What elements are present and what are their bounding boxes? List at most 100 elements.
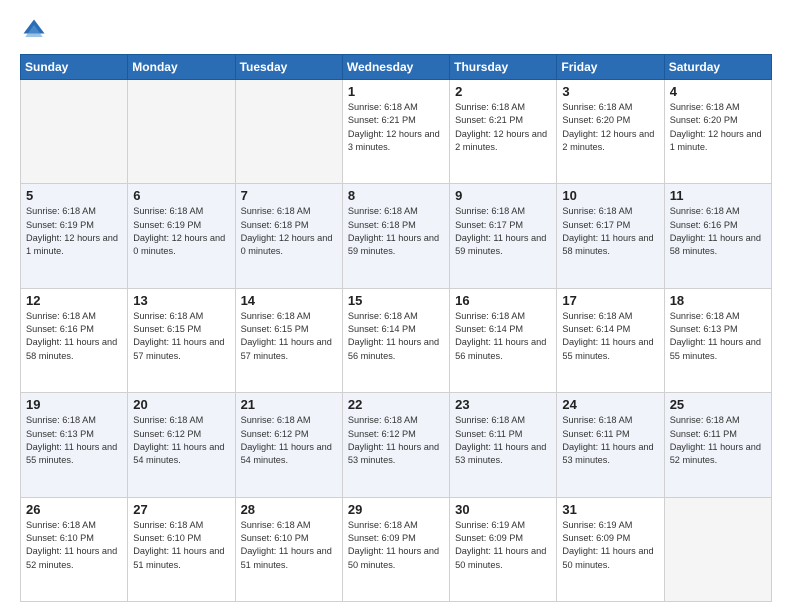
calendar-header: SundayMondayTuesdayWednesdayThursdayFrid… xyxy=(21,55,772,80)
header xyxy=(20,16,772,44)
calendar-cell: 17 Sunrise: 6:18 AM Sunset: 6:14 PM Dayli… xyxy=(557,288,664,392)
calendar-cell: 9 Sunrise: 6:18 AM Sunset: 6:17 PM Daylig… xyxy=(450,184,557,288)
day-number: 24 xyxy=(562,397,658,412)
logo xyxy=(20,16,52,44)
day-info: Sunrise: 6:18 AM Sunset: 6:09 PM Dayligh… xyxy=(348,519,444,572)
weekday-header: Thursday xyxy=(450,55,557,80)
day-info: Sunrise: 6:18 AM Sunset: 6:19 PM Dayligh… xyxy=(133,205,229,258)
calendar-cell: 4 Sunrise: 6:18 AM Sunset: 6:20 PM Daylig… xyxy=(664,80,771,184)
day-number: 26 xyxy=(26,502,122,517)
day-info: Sunrise: 6:18 AM Sunset: 6:15 PM Dayligh… xyxy=(133,310,229,363)
calendar-cell: 22 Sunrise: 6:18 AM Sunset: 6:12 PM Dayli… xyxy=(342,393,449,497)
calendar-cell: 20 Sunrise: 6:18 AM Sunset: 6:12 PM Dayli… xyxy=(128,393,235,497)
calendar-cell xyxy=(21,80,128,184)
day-number: 28 xyxy=(241,502,337,517)
calendar-cell: 13Sunrise: 6:18 AM Sunset: 6:15 PM Dayli… xyxy=(128,288,235,392)
calendar-cell: 19Sunrise: 6:18 AM Sunset: 6:13 PM Dayli… xyxy=(21,393,128,497)
day-number: 21 xyxy=(241,397,337,412)
day-info: Sunrise: 6:18 AM Sunset: 6:12 PM Dayligh… xyxy=(348,414,444,467)
day-info: Sunrise: 6:18 AM Sunset: 6:13 PM Dayligh… xyxy=(670,310,766,363)
calendar-cell: 16 Sunrise: 6:18 AM Sunset: 6:14 PM Dayli… xyxy=(450,288,557,392)
day-info: Sunrise: 6:18 AM Sunset: 6:16 PM Dayligh… xyxy=(26,310,122,363)
calendar-cell: 24 Sunrise: 6:18 AM Sunset: 6:11 PM Dayli… xyxy=(557,393,664,497)
day-number: 29 xyxy=(348,502,444,517)
calendar-cell: 29 Sunrise: 6:18 AM Sunset: 6:09 PM Dayli… xyxy=(342,497,449,601)
calendar-cell: 23 Sunrise: 6:18 AM Sunset: 6:11 PM Dayli… xyxy=(450,393,557,497)
day-number: 27 xyxy=(133,502,229,517)
page: SundayMondayTuesdayWednesdayThursdayFrid… xyxy=(0,0,792,612)
calendar-week-row: 19Sunrise: 6:18 AM Sunset: 6:13 PM Dayli… xyxy=(21,393,772,497)
calendar-cell: 10 Sunrise: 6:18 AM Sunset: 6:17 PM Dayli… xyxy=(557,184,664,288)
calendar-cell: 15 Sunrise: 6:18 AM Sunset: 6:14 PM Dayli… xyxy=(342,288,449,392)
day-number: 16 xyxy=(455,293,551,308)
day-info: Sunrise: 6:18 AM Sunset: 6:20 PM Dayligh… xyxy=(670,101,766,154)
day-info: Sunrise: 6:18 AM Sunset: 6:14 PM Dayligh… xyxy=(562,310,658,363)
day-number: 7 xyxy=(241,188,337,203)
day-number: 10 xyxy=(562,188,658,203)
calendar-cell: 30Sunrise: 6:19 AM Sunset: 6:09 PM Dayli… xyxy=(450,497,557,601)
day-number: 4 xyxy=(670,84,766,99)
logo-icon xyxy=(20,16,48,44)
day-info: Sunrise: 6:18 AM Sunset: 6:12 PM Dayligh… xyxy=(241,414,337,467)
day-number: 20 xyxy=(133,397,229,412)
day-info: Sunrise: 6:18 AM Sunset: 6:19 PM Dayligh… xyxy=(26,205,122,258)
calendar-cell: 31 Sunrise: 6:19 AM Sunset: 6:09 PM Dayli… xyxy=(557,497,664,601)
calendar-cell xyxy=(128,80,235,184)
day-info: Sunrise: 6:18 AM Sunset: 6:18 PM Dayligh… xyxy=(241,205,337,258)
calendar-cell: 8 Sunrise: 6:18 AM Sunset: 6:18 PM Daylig… xyxy=(342,184,449,288)
day-info: Sunrise: 6:18 AM Sunset: 6:20 PM Dayligh… xyxy=(562,101,658,154)
day-info: Sunrise: 6:18 AM Sunset: 6:14 PM Dayligh… xyxy=(455,310,551,363)
weekday-row: SundayMondayTuesdayWednesdayThursdayFrid… xyxy=(21,55,772,80)
day-number: 3 xyxy=(562,84,658,99)
calendar-week-row: 1 Sunrise: 6:18 AM Sunset: 6:21 PM Daylig… xyxy=(21,80,772,184)
calendar-cell: 1Sunrise: 6:18 AM Sunset: 6:21 PM Daylig… xyxy=(342,80,449,184)
calendar-cell xyxy=(664,497,771,601)
day-info: Sunrise: 6:18 AM Sunset: 6:10 PM Dayligh… xyxy=(133,519,229,572)
day-info: Sunrise: 6:18 AM Sunset: 6:11 PM Dayligh… xyxy=(670,414,766,467)
day-number: 15 xyxy=(348,293,444,308)
day-info: Sunrise: 6:18 AM Sunset: 6:11 PM Dayligh… xyxy=(455,414,551,467)
day-info: Sunrise: 6:18 AM Sunset: 6:13 PM Dayligh… xyxy=(26,414,122,467)
calendar-cell: 18Sunrise: 6:18 AM Sunset: 6:13 PM Dayli… xyxy=(664,288,771,392)
day-info: Sunrise: 6:18 AM Sunset: 6:11 PM Dayligh… xyxy=(562,414,658,467)
calendar-week-row: 5 Sunrise: 6:18 AM Sunset: 6:19 PM Daylig… xyxy=(21,184,772,288)
calendar-body: 1 Sunrise: 6:18 AM Sunset: 6:21 PM Daylig… xyxy=(21,80,772,602)
calendar-cell: 14Sunrise: 6:18 AM Sunset: 6:15 PM Dayli… xyxy=(235,288,342,392)
calendar-cell: 12 Sunrise: 6:18 AM Sunset: 6:16 PM Dayli… xyxy=(21,288,128,392)
calendar-cell: 25Sunrise: 6:18 AM Sunset: 6:11 PM Dayli… xyxy=(664,393,771,497)
day-number: 5 xyxy=(26,188,122,203)
day-info: Sunrise: 6:18 AM Sunset: 6:17 PM Dayligh… xyxy=(455,205,551,258)
calendar-cell: 2Sunrise: 6:18 AM Sunset: 6:21 PM Daylig… xyxy=(450,80,557,184)
calendar-cell: 28 Sunrise: 6:18 AM Sunset: 6:10 PM Dayli… xyxy=(235,497,342,601)
day-number: 14 xyxy=(241,293,337,308)
weekday-header: Wednesday xyxy=(342,55,449,80)
calendar-cell: 6Sunrise: 6:18 AM Sunset: 6:19 PM Daylig… xyxy=(128,184,235,288)
day-info: Sunrise: 6:18 AM Sunset: 6:12 PM Dayligh… xyxy=(133,414,229,467)
day-number: 9 xyxy=(455,188,551,203)
day-number: 22 xyxy=(348,397,444,412)
day-info: Sunrise: 6:18 AM Sunset: 6:21 PM Dayligh… xyxy=(455,101,551,154)
calendar-cell: 5 Sunrise: 6:18 AM Sunset: 6:19 PM Daylig… xyxy=(21,184,128,288)
calendar-cell: 21 Sunrise: 6:18 AM Sunset: 6:12 PM Dayli… xyxy=(235,393,342,497)
calendar-week-row: 26 Sunrise: 6:18 AM Sunset: 6:10 PM Dayli… xyxy=(21,497,772,601)
day-number: 1 xyxy=(348,84,444,99)
weekday-header: Friday xyxy=(557,55,664,80)
day-number: 31 xyxy=(562,502,658,517)
day-number: 17 xyxy=(562,293,658,308)
calendar-cell: 11Sunrise: 6:18 AM Sunset: 6:16 PM Dayli… xyxy=(664,184,771,288)
calendar: SundayMondayTuesdayWednesdayThursdayFrid… xyxy=(20,54,772,602)
day-number: 23 xyxy=(455,397,551,412)
weekday-header: Sunday xyxy=(21,55,128,80)
calendar-cell: 27 Sunrise: 6:18 AM Sunset: 6:10 PM Dayli… xyxy=(128,497,235,601)
day-info: Sunrise: 6:18 AM Sunset: 6:18 PM Dayligh… xyxy=(348,205,444,258)
calendar-cell xyxy=(235,80,342,184)
day-number: 12 xyxy=(26,293,122,308)
day-info: Sunrise: 6:18 AM Sunset: 6:10 PM Dayligh… xyxy=(241,519,337,572)
calendar-week-row: 12 Sunrise: 6:18 AM Sunset: 6:16 PM Dayli… xyxy=(21,288,772,392)
day-info: Sunrise: 6:19 AM Sunset: 6:09 PM Dayligh… xyxy=(562,519,658,572)
day-info: Sunrise: 6:18 AM Sunset: 6:17 PM Dayligh… xyxy=(562,205,658,258)
day-number: 8 xyxy=(348,188,444,203)
calendar-cell: 7 Sunrise: 6:18 AM Sunset: 6:18 PM Daylig… xyxy=(235,184,342,288)
day-info: Sunrise: 6:18 AM Sunset: 6:14 PM Dayligh… xyxy=(348,310,444,363)
day-info: Sunrise: 6:19 AM Sunset: 6:09 PM Dayligh… xyxy=(455,519,551,572)
